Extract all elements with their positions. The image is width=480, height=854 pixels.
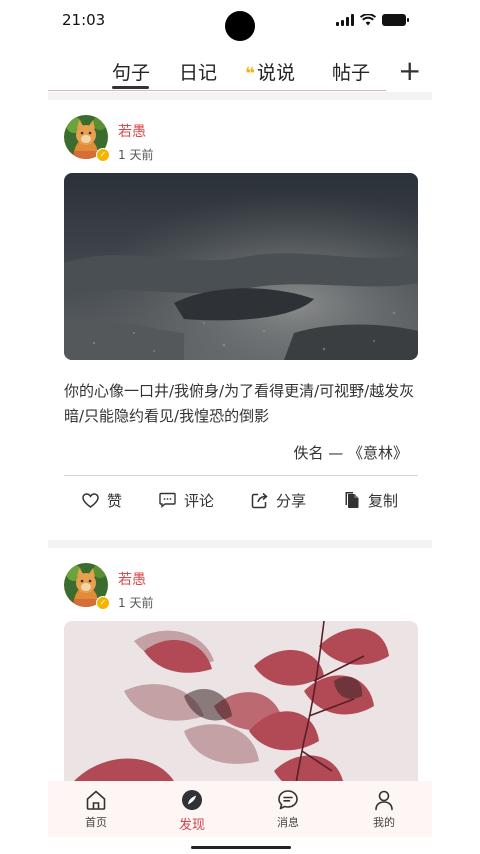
signal-icon bbox=[336, 14, 354, 26]
active-tab-indicator bbox=[112, 86, 149, 89]
wifi-icon bbox=[360, 14, 376, 26]
home-icon bbox=[86, 790, 106, 810]
status-bar: 21:03 bbox=[0, 0, 480, 41]
sand-photo bbox=[64, 173, 418, 360]
feed-separator bbox=[48, 540, 432, 548]
feed-separator bbox=[48, 92, 432, 100]
copy-button[interactable]: 复制 bbox=[344, 480, 398, 520]
verified-badge-icon: ✓ bbox=[96, 148, 110, 162]
actions-divider bbox=[64, 475, 418, 476]
status-time: 21:03 bbox=[62, 11, 106, 29]
chat-bubble-icon bbox=[278, 790, 298, 810]
battery-icon bbox=[382, 14, 409, 26]
post-time: 1 天前 bbox=[118, 148, 154, 162]
author-name[interactable]: 若愚 bbox=[118, 569, 146, 589]
verified-badge-icon: ✓ bbox=[96, 596, 110, 610]
post-quote-text: 你的心像一口井/我俯身/为了看得更清/可视野/越发灰暗/只能隐约看见/我惶恐的倒… bbox=[64, 382, 415, 425]
nav-profile[interactable]: 我的 bbox=[354, 789, 414, 830]
nav-messages[interactable]: 消息 bbox=[258, 789, 318, 830]
nav-discover[interactable]: 发现 bbox=[162, 789, 222, 833]
home-indicator bbox=[191, 846, 291, 849]
post-image[interactable] bbox=[64, 621, 418, 781]
status-icons bbox=[336, 14, 409, 26]
tab-talk[interactable]: ❝ 说说 bbox=[245, 58, 295, 85]
nav-profile-label: 我的 bbox=[373, 816, 395, 829]
share-button[interactable]: 分享 bbox=[251, 480, 306, 520]
tab-posts[interactable]: 帖子 bbox=[332, 58, 370, 85]
tab-sentences[interactable]: 句子 bbox=[112, 58, 150, 85]
red-leaves-photo bbox=[64, 621, 418, 781]
post-time: 1 天前 bbox=[118, 596, 154, 610]
comment-icon bbox=[159, 492, 176, 508]
author-name[interactable]: 若愚 bbox=[118, 121, 146, 141]
copy-icon bbox=[345, 492, 359, 508]
nav-home-label: 首页 bbox=[85, 816, 107, 829]
nav-home[interactable]: 首页 bbox=[66, 789, 126, 830]
compass-icon bbox=[182, 790, 202, 810]
quote-mark-icon: ❝ bbox=[245, 64, 255, 84]
like-label: 赞 bbox=[107, 491, 123, 510]
bottom-nav: 首页 发现 消息 我的 bbox=[48, 781, 432, 837]
comment-label: 评论 bbox=[184, 491, 215, 510]
comment-button[interactable]: 评论 bbox=[159, 480, 214, 520]
tab-talk-label: 说说 bbox=[256, 62, 295, 84]
post-card: ✓ 若愚 1 天前 bbox=[48, 548, 432, 781]
nav-discover-label: 发现 bbox=[178, 818, 205, 833]
add-tab-button[interactable]: + bbox=[398, 54, 421, 87]
share-label: 分享 bbox=[276, 491, 307, 510]
post-actions: 赞 评论 分享 复制 bbox=[64, 480, 418, 520]
post-card: ✓ 若愚 1 天前 bbox=[48, 100, 432, 534]
post-image[interactable] bbox=[64, 173, 418, 360]
tabs-divider bbox=[48, 90, 386, 91]
like-button[interactable]: 赞 bbox=[82, 480, 122, 520]
post-source: 佚名 — 《意林》 bbox=[293, 444, 408, 462]
nav-messages-label: 消息 bbox=[277, 816, 299, 829]
tab-diary[interactable]: 日记 bbox=[179, 58, 217, 85]
share-icon bbox=[251, 492, 268, 508]
front-camera bbox=[225, 11, 255, 41]
heart-icon bbox=[82, 492, 99, 508]
category-tabs: 句子 日记 ❝ 说说 帖子 + bbox=[48, 52, 432, 92]
person-icon bbox=[375, 790, 393, 811]
copy-label: 复制 bbox=[368, 491, 399, 510]
